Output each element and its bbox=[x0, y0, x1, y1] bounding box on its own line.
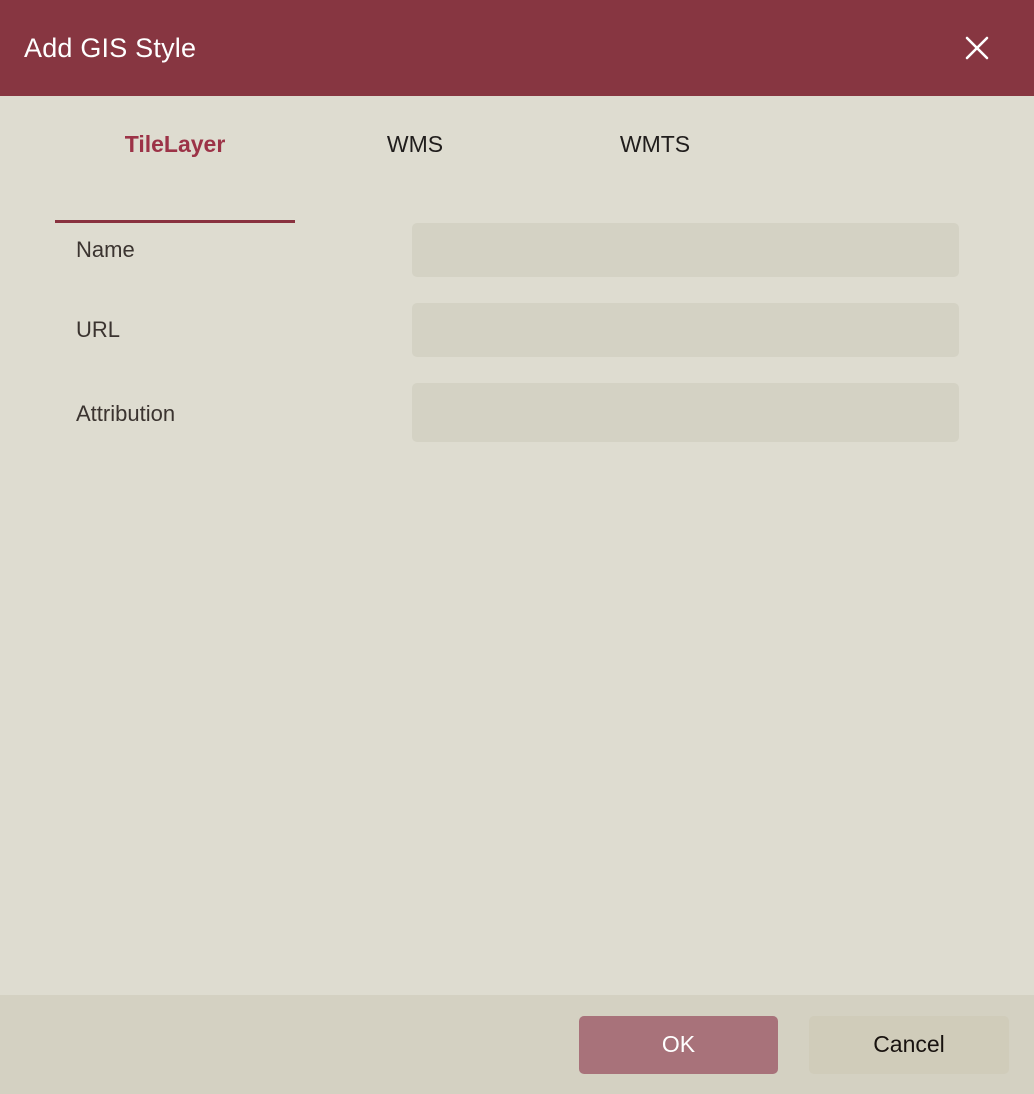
tab-tilelayer-label: TileLayer bbox=[125, 133, 226, 156]
url-input[interactable] bbox=[412, 303, 959, 357]
close-icon bbox=[963, 34, 991, 62]
tab-tilelayer[interactable]: TileLayer bbox=[55, 96, 295, 223]
close-button[interactable] bbox=[955, 26, 999, 70]
dialog-header: Add GIS Style bbox=[0, 0, 1034, 96]
tilelayer-form: Name URL Attribution bbox=[0, 223, 1034, 442]
ok-button[interactable]: OK bbox=[579, 1016, 778, 1074]
tab-wms-label: WMS bbox=[387, 133, 443, 156]
form-row-url: URL bbox=[76, 303, 959, 357]
dialog-title: Add GIS Style bbox=[24, 35, 196, 62]
add-gis-style-dialog: Add GIS Style TileLayer WMS WMTS bbox=[0, 0, 1034, 1094]
url-label: URL bbox=[76, 319, 412, 341]
name-input[interactable] bbox=[412, 223, 959, 277]
tab-wmts[interactable]: WMTS bbox=[535, 96, 775, 223]
dialog-body: TileLayer WMS WMTS Name URL Attribution bbox=[0, 96, 1034, 995]
form-row-attribution: Attribution bbox=[76, 383, 959, 442]
tab-wmts-label: WMTS bbox=[620, 133, 690, 156]
form-row-name: Name bbox=[76, 223, 959, 277]
cancel-button[interactable]: Cancel bbox=[809, 1016, 1009, 1074]
attribution-input[interactable] bbox=[412, 383, 959, 442]
tab-bar: TileLayer WMS WMTS bbox=[0, 96, 1034, 223]
dialog-footer: OK Cancel bbox=[0, 995, 1034, 1094]
tab-wms[interactable]: WMS bbox=[295, 96, 535, 223]
name-label: Name bbox=[76, 239, 412, 261]
attribution-label: Attribution bbox=[76, 403, 412, 425]
